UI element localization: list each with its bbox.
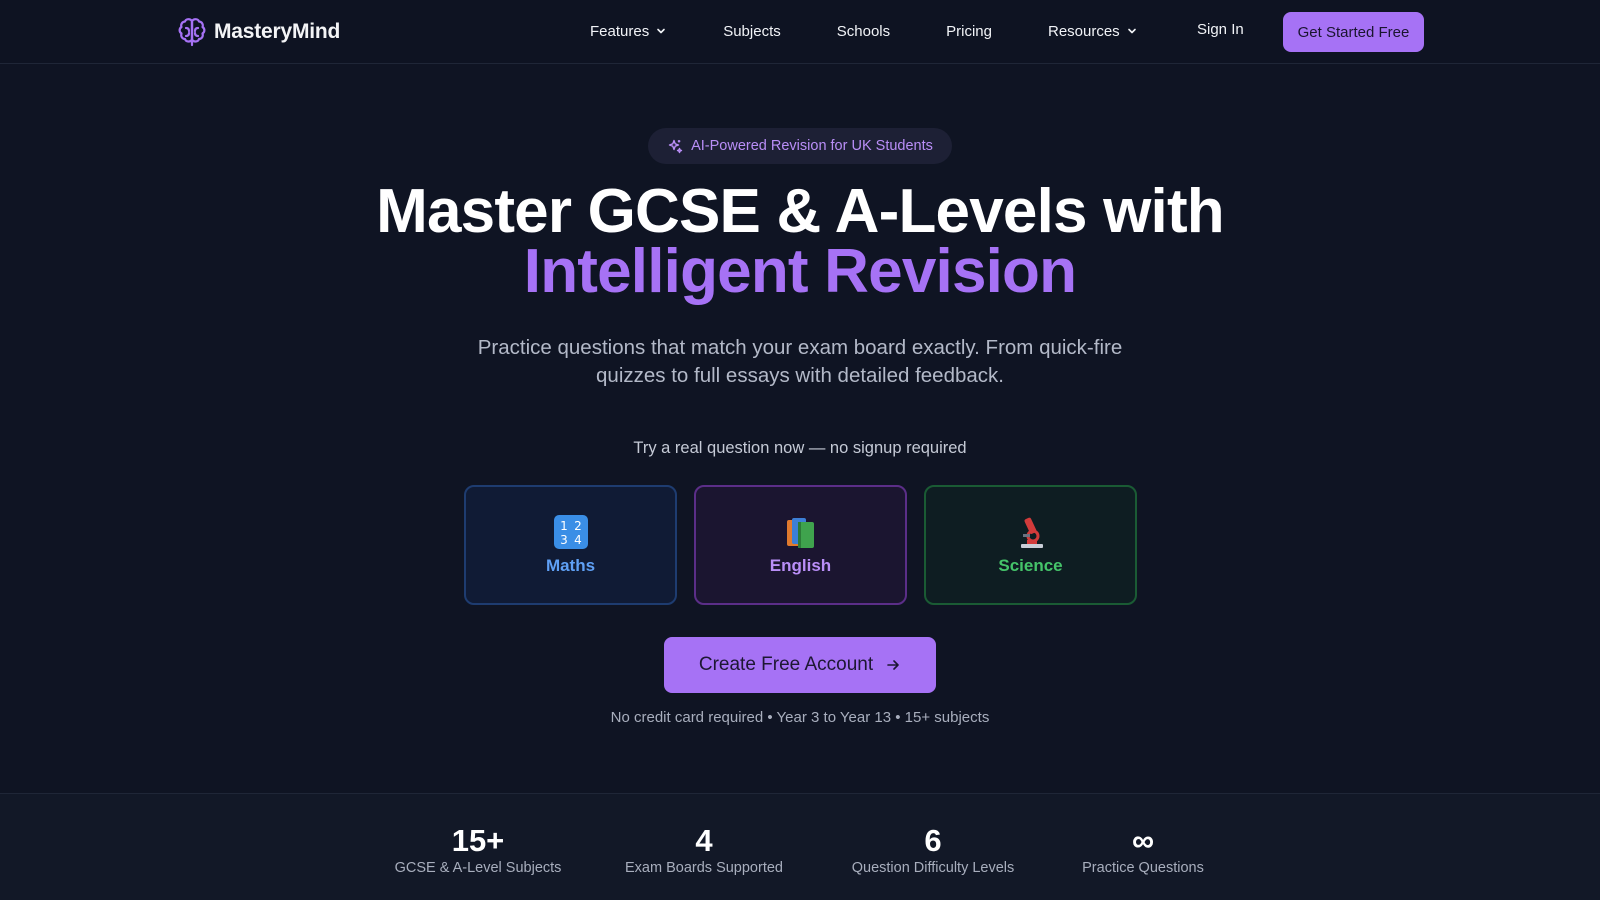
nav-link-resources[interactable]: Resources <box>1048 23 1138 40</box>
nav-link-features[interactable]: Features <box>590 23 667 40</box>
stat-practice-questions: ∞ Practice Questions <box>1080 823 1206 877</box>
get-started-button[interactable]: Get Started Free <box>1283 12 1424 52</box>
stat-caption: GCSE & A-Level Subjects <box>394 860 562 876</box>
stat-value: 6 <box>924 823 942 858</box>
svg-text:3: 3 <box>560 533 568 547</box>
nav-link-subjects[interactable]: Subjects <box>723 23 781 40</box>
try-question-prompt: Try a real question now — no signup requ… <box>633 439 967 457</box>
stat-value: 4 <box>695 823 713 858</box>
subject-card-label: English <box>769 556 832 575</box>
brand-name: MasteryMind <box>214 20 341 43</box>
subject-cards: 1 2 3 4 Maths English Science <box>464 485 1137 605</box>
hero-subtitle: Practice questions that match your exam … <box>477 336 1123 387</box>
numbers-icon: 1 2 3 4 <box>553 515 588 549</box>
arrow-right-icon <box>887 660 899 670</box>
hero-headline: Master GCSE & A-Levels with Intelligent … <box>0 177 1600 306</box>
svg-text:4: 4 <box>574 533 582 547</box>
nav-link-label: Subjects <box>723 22 781 40</box>
subject-card-english[interactable]: English <box>694 485 907 605</box>
svg-text:1: 1 <box>560 519 568 533</box>
stat-difficulty-levels: 6 Question Difficulty Levels <box>848 823 1018 877</box>
svg-text:2: 2 <box>574 519 582 533</box>
stat-exam-boards: 4 Exam Boards Supported <box>624 823 784 877</box>
nav-link-label: Resources <box>1047 22 1120 40</box>
stat-subjects: 15+ GCSE & A-Level Subjects <box>394 823 562 877</box>
signup-footnote: No credit card required • Year 3 to Year… <box>610 709 990 726</box>
stats-bar: 15+ GCSE & A-Level Subjects 4 Exam Board… <box>0 793 1600 900</box>
stat-value: 15+ <box>451 823 505 858</box>
stat-value: ∞ <box>1131 823 1155 858</box>
brand-logo-link[interactable]: MasteryMind <box>177 15 340 49</box>
nav-link-pricing[interactable]: Pricing <box>946 23 992 40</box>
sparkles-icon <box>668 139 683 154</box>
microscope-icon <box>1020 517 1043 548</box>
subject-card-label: Maths <box>545 556 596 575</box>
books-icon <box>786 518 814 548</box>
chevron-down-icon <box>1127 28 1136 34</box>
nav-link-label: Pricing <box>946 22 992 40</box>
top-navbar: MasteryMind Features Subjects Schools Pr… <box>0 0 1600 64</box>
stat-caption: Practice Questions <box>1082 860 1204 876</box>
hero-headline-line2: Intelligent Revision <box>523 237 1077 306</box>
subject-card-maths[interactable]: 1 2 3 4 Maths <box>464 485 677 605</box>
subject-card-science[interactable]: Science <box>924 485 1137 605</box>
sign-in-link[interactable]: Sign In <box>1197 21 1244 38</box>
nav-link-label: Features <box>590 22 650 40</box>
nav-link-schools[interactable]: Schools <box>837 23 890 40</box>
hero-badge-text: AI-Powered Revision for UK Students <box>691 138 933 154</box>
stat-caption: Question Difficulty Levels <box>851 860 1015 876</box>
create-account-label: Create Free Account <box>698 654 874 675</box>
create-account-button[interactable]: Create Free Account <box>664 637 936 693</box>
stat-caption: Exam Boards Supported <box>625 860 783 876</box>
subject-card-label: Science <box>998 556 1063 575</box>
nav-link-label: Schools <box>836 22 891 40</box>
hero-badge: AI-Powered Revision for UK Students <box>648 128 952 164</box>
chevron-down-icon <box>657 28 666 34</box>
hero-headline-line1: Master GCSE & A-Levels with <box>376 177 1225 246</box>
main-navigation: Features Subjects Schools Pricing Resour… <box>590 18 1194 44</box>
brain-icon <box>178 18 206 47</box>
